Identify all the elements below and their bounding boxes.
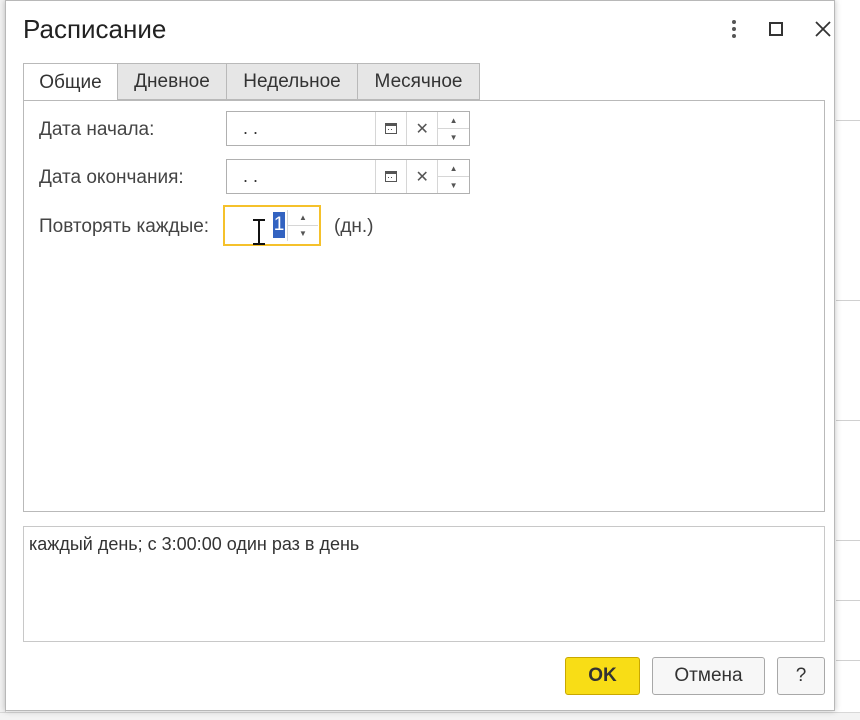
start-date-spinner[interactable]: ▲ ▼: [438, 112, 469, 145]
close-icon: [815, 21, 831, 37]
spin-down-icon[interactable]: ▼: [438, 177, 469, 193]
tab-general[interactable]: Общие: [23, 63, 118, 102]
start-date-clear-button[interactable]: ✕: [407, 112, 439, 145]
calendar-icon: [385, 123, 398, 134]
start-date-field[interactable]: . . ✕ ▲ ▼: [226, 111, 470, 146]
start-date-input[interactable]: . .: [227, 112, 377, 145]
end-date-spinner[interactable]: ▲ ▼: [438, 160, 469, 193]
text-cursor-icon: [253, 219, 265, 245]
spin-up-icon[interactable]: ▲: [438, 112, 469, 129]
schedule-dialog: Расписание Общие Дневное Недельное Месяч…: [5, 0, 835, 711]
start-date-label: Дата начала:: [39, 119, 155, 140]
spin-down-icon[interactable]: ▼: [438, 129, 469, 145]
spin-up-icon[interactable]: ▲: [438, 160, 469, 177]
tab-bar: Общие Дневное Недельное Месячное: [23, 63, 480, 102]
end-date-input[interactable]: . .: [227, 160, 377, 193]
more-options-button[interactable]: [720, 15, 748, 43]
tab-daily[interactable]: Дневное: [118, 63, 227, 100]
tab-weekly[interactable]: Недельное: [227, 63, 358, 100]
maximize-icon: [769, 22, 783, 36]
start-date-calendar-button[interactable]: [376, 112, 408, 145]
repeat-days-input[interactable]: 1: [225, 207, 287, 245]
repeat-days-field[interactable]: 1 ▲ ▼: [223, 205, 321, 246]
end-date-label: Дата окончания:: [39, 167, 184, 188]
end-date-field[interactable]: . . ✕ ▲ ▼: [226, 159, 470, 194]
help-button[interactable]: ?: [777, 657, 825, 695]
calendar-icon: [385, 171, 398, 182]
maximize-button[interactable]: [762, 15, 790, 43]
repeat-every-label: Повторять каждые:: [39, 216, 210, 237]
background-right-strip: [836, 0, 860, 719]
schedule-summary: каждый день; с 3:00:00 один раз в день: [23, 526, 825, 642]
end-date-calendar-button[interactable]: [376, 160, 408, 193]
spin-up-icon[interactable]: ▲: [288, 210, 318, 226]
close-button[interactable]: [809, 15, 837, 43]
repeat-days-value: 1: [273, 212, 285, 238]
kebab-icon: [732, 20, 736, 38]
spin-down-icon[interactable]: ▼: [288, 226, 318, 241]
tab-monthly[interactable]: Месячное: [358, 63, 480, 100]
cancel-button[interactable]: Отмена: [652, 657, 765, 695]
repeat-unit-label: (дн.): [334, 216, 374, 237]
dialog-title: Расписание: [23, 14, 167, 44]
end-date-clear-button[interactable]: ✕: [407, 160, 439, 193]
repeat-days-spinner[interactable]: ▲ ▼: [287, 210, 318, 241]
ok-button[interactable]: OK: [565, 657, 640, 695]
general-tab-panel: Дата начала: . . ✕ ▲ ▼ Дата окончания: .…: [23, 100, 825, 512]
